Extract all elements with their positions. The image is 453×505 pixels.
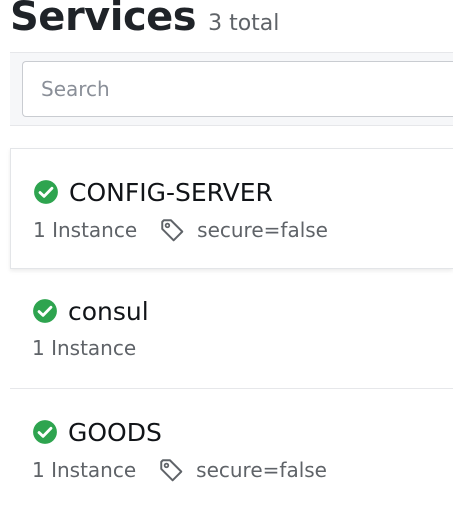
services-page: Services 3 total CONFIG-SERVER 1 Instanc… [0,0,453,505]
search-bar [10,52,453,126]
tag-icon [160,459,183,482]
service-name-row: consul [32,296,453,326]
service-name-row: CONFIG-SERVER [33,177,453,207]
search-input[interactable] [22,61,453,117]
service-name-row: GOODS [32,417,453,447]
check-circle-icon [34,180,58,204]
service-item-config-server[interactable]: CONFIG-SERVER 1 Instance secure=false [10,148,453,269]
list-divider [10,388,453,389]
instance-count: 1 Instance [32,336,137,360]
check-circle-icon [33,299,57,323]
service-meta: 1 Instance [32,336,453,360]
tag-icon [161,219,184,242]
service-item-consul[interactable]: consul 1 Instance [10,296,453,388]
service-meta: 1 Instance secure=false [32,457,453,483]
page-header: Services 3 total [10,0,279,40]
service-name[interactable]: CONFIG-SERVER [69,178,273,207]
service-tag: secure=false [197,218,328,242]
instance-count: 1 Instance [32,458,137,482]
service-name[interactable]: GOODS [68,418,162,447]
service-name[interactable]: consul [68,297,149,326]
service-tag: secure=false [196,458,327,482]
service-meta: 1 Instance secure=false [33,217,453,243]
services-total-count: 3 total [208,11,280,36]
instance-count: 1 Instance [33,218,138,242]
page-title: Services [10,0,197,40]
service-item-goods[interactable]: GOODS 1 Instance secure=false [10,417,453,505]
check-circle-icon [33,420,57,444]
